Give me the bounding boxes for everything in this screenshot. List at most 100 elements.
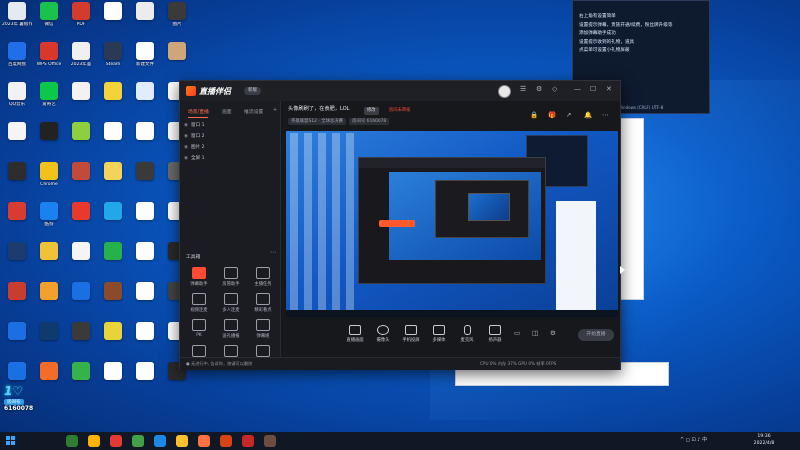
desktop-icon[interactable]: [66, 322, 96, 356]
desktop-icon[interactable]: [2, 162, 32, 196]
search-icon[interactable]: [22, 436, 44, 446]
desktop-icon[interactable]: QQ音乐: [2, 82, 32, 116]
desktop-icon[interactable]: 爱奇艺: [34, 82, 64, 116]
desktop-icon[interactable]: WPS Office: [34, 42, 64, 76]
taskbar-app-icon[interactable]: [132, 435, 144, 447]
tool-button[interactable]: 主播任务: [248, 267, 278, 287]
taskbar-app-icon[interactable]: [264, 435, 276, 447]
settings-icon[interactable]: ⚙: [550, 329, 556, 337]
desktop-icon[interactable]: [98, 202, 128, 236]
desktop-icon[interactable]: [34, 282, 64, 316]
version-badge[interactable]: 新版: [244, 87, 261, 95]
desktop-icon[interactable]: [130, 162, 160, 196]
taskbar-app-icon[interactable]: [176, 435, 188, 447]
desktop-icon[interactable]: [130, 82, 160, 116]
desktop-icon[interactable]: PDF: [66, 2, 96, 36]
desktop-icon[interactable]: [2, 202, 32, 236]
tool-button[interactable]: 弹幕姬: [248, 319, 278, 339]
taskbar-app-icon[interactable]: [220, 435, 232, 447]
desktop-icon[interactable]: [98, 242, 128, 276]
taskbar-app-icon[interactable]: [242, 435, 254, 447]
desktop-icon[interactable]: [66, 162, 96, 196]
desktop-icon[interactable]: [34, 242, 64, 276]
desktop-icon[interactable]: 图片: [162, 2, 192, 36]
desktop-icon[interactable]: [2, 282, 32, 316]
tool-button[interactable]: 视频连麦: [184, 293, 214, 313]
live-streaming-app[interactable]: 直播伴侣 新版 ☰ ⚙ ◇ — ☐ ✕ 场景/直播 画面 推流设置 + ◉ 窗口 …: [179, 80, 621, 370]
eye-icon[interactable]: ◉: [184, 134, 188, 139]
desktop-icon[interactable]: 微信: [34, 2, 64, 36]
desktop-icon[interactable]: [162, 42, 192, 76]
desktop-icon[interactable]: [2, 242, 32, 276]
app-title-bar[interactable]: 直播伴侣 新版 ☰ ⚙ ◇ — ☐ ✕: [180, 81, 620, 101]
desktop-icon[interactable]: [130, 322, 160, 356]
meta-chip[interactable]: 英雄联盟S12 · 全球总决赛: [288, 118, 347, 125]
desktop-icon[interactable]: 新建文件: [130, 42, 160, 76]
share-icon[interactable]: ↗: [566, 111, 571, 119]
system-tray[interactable]: ^ ◻ ⊡ ♪ 中: [680, 436, 707, 443]
tab-scenes[interactable]: 场景/直播: [188, 108, 209, 115]
layout-icon[interactable]: ◫: [532, 329, 538, 337]
lock-icon[interactable]: 🔒: [530, 111, 538, 119]
add-scene-icon[interactable]: +: [273, 108, 277, 113]
desktop-icon[interactable]: [130, 2, 160, 36]
settings-icon[interactable]: ⚙: [536, 85, 542, 93]
desktop-icon[interactable]: [98, 82, 128, 116]
desktop-icon[interactable]: 2023年鉴: [66, 42, 96, 76]
tool-button[interactable]: PK: [184, 319, 214, 338]
taskbar-app-icon[interactable]: [66, 435, 78, 447]
desktop-icon[interactable]: 酷狗: [34, 202, 64, 236]
tool-button[interactable]: 房管助手: [216, 267, 246, 287]
video-icon[interactable]: ▭: [514, 329, 520, 337]
desktop-icon[interactable]: [98, 282, 128, 316]
taskbar-app-icon[interactable]: [198, 435, 210, 447]
desktop-icon[interactable]: [98, 162, 128, 196]
tool-button[interactable]: 弹幕助手: [184, 267, 214, 287]
scene-item[interactable]: ◉ 图片 2: [184, 143, 205, 152]
maximize-icon[interactable]: ☐: [590, 85, 596, 93]
desktop-icon[interactable]: 2023年 暑假作业: [2, 2, 32, 36]
edit-tag[interactable]: 修改: [364, 107, 379, 115]
stream-title[interactable]: 头像刷刷了，在食肥，LOL: [288, 105, 350, 112]
menu-icon[interactable]: ☰: [520, 85, 526, 93]
share-icon[interactable]: ◇: [552, 85, 557, 93]
clock[interactable]: 19:36 2022/4/8: [744, 433, 784, 447]
eye-icon[interactable]: ◉: [184, 156, 188, 161]
user-avatar[interactable]: [498, 85, 511, 98]
desktop-icon[interactable]: [130, 282, 160, 316]
scene-item[interactable]: ◉ 窗口 1: [184, 121, 205, 130]
tab-canvas[interactable]: 画面: [222, 108, 232, 115]
desktop-icon[interactable]: Steam: [98, 42, 128, 76]
desktop-icon[interactable]: [98, 122, 128, 156]
desktop-icon[interactable]: [130, 122, 160, 156]
desktop-icon[interactable]: [34, 122, 64, 156]
desktop-icon[interactable]: [130, 202, 160, 236]
desktop-icon[interactable]: [2, 122, 32, 156]
desktop-icon[interactable]: [66, 242, 96, 276]
taskbar-app-icon[interactable]: [154, 435, 166, 447]
desktop-icon[interactable]: [66, 122, 96, 156]
desktop-icon[interactable]: 百度网盘: [2, 42, 32, 76]
tool-button[interactable]: 精彩看点: [248, 293, 278, 313]
desktop-icon[interactable]: [130, 362, 160, 396]
start-live-button[interactable]: 开始直播: [578, 329, 614, 341]
media-button[interactable]: 多媒体: [426, 325, 452, 343]
tool-button[interactable]: 送礼播报: [216, 319, 246, 339]
desktop-icon[interactable]: [98, 2, 128, 36]
taskbar-app-icon[interactable]: [110, 435, 122, 447]
eye-icon[interactable]: ◉: [184, 123, 188, 128]
more-icon[interactable]: ⋯: [602, 111, 609, 119]
desktop-icon[interactable]: [130, 242, 160, 276]
speaker-button[interactable]: 扬声器: [482, 325, 508, 343]
desktop-icon[interactable]: [34, 322, 64, 356]
scene-item[interactable]: ◉ 窗口 2: [184, 132, 205, 141]
close-icon[interactable]: ✕: [606, 85, 612, 93]
tool-button[interactable]: 多人连麦: [216, 293, 246, 313]
desktop-icon[interactable]: Chrome: [34, 162, 64, 196]
desktop-icon[interactable]: [98, 322, 128, 356]
desktop-icon[interactable]: [66, 82, 96, 116]
gift-icon[interactable]: 🎁: [548, 111, 556, 119]
camera-button[interactable]: 摄像头: [370, 325, 396, 343]
minimize-icon[interactable]: —: [574, 85, 581, 93]
desktop-icon[interactable]: [66, 202, 96, 236]
